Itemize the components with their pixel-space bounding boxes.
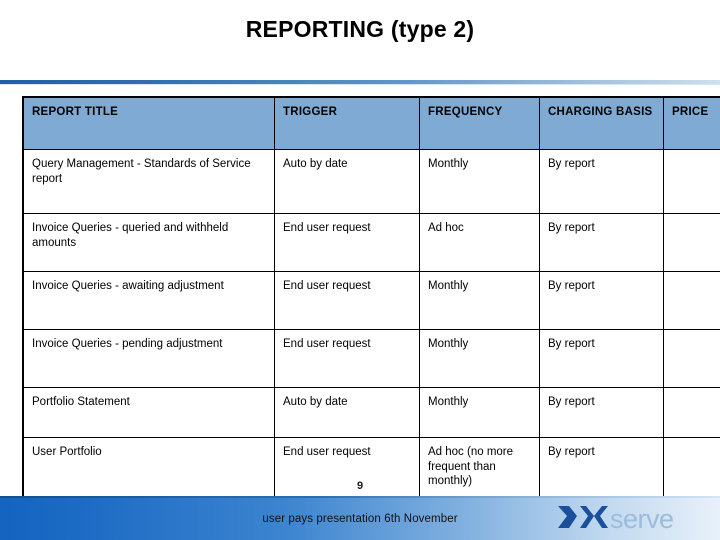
cell-frequency: Monthly: [419, 149, 540, 214]
table-row: Portfolio Statement Auto by date Monthly…: [22, 387, 720, 438]
cell-report-title: Invoice Queries - queried and withheld a…: [22, 213, 275, 272]
column-header-trigger: TRIGGER: [274, 96, 420, 150]
logo-wordmark: serve: [610, 504, 674, 534]
cell-charging-basis: By report: [539, 213, 664, 272]
cell-trigger: End user request: [274, 271, 420, 330]
cell-frequency: Monthly: [419, 329, 540, 388]
cell-trigger: End user request: [274, 213, 420, 272]
cell-price: [663, 387, 720, 438]
cell-charging-basis: By report: [539, 149, 664, 214]
title-divider-highlight: [0, 84, 720, 85]
cell-charging-basis: By report: [539, 387, 664, 438]
column-header-price: PRICE: [663, 96, 720, 150]
xoserve-logo: serve: [556, 498, 706, 538]
table-row: Invoice Queries - awaiting adjustment En…: [22, 271, 720, 330]
cell-price: [663, 329, 720, 388]
cell-trigger: Auto by date: [274, 149, 420, 214]
cell-price: [663, 149, 720, 214]
cell-frequency: Monthly: [419, 271, 540, 330]
reporting-table: REPORT TITLE TRIGGER FREQUENCY CHARGING …: [22, 96, 720, 507]
cell-price: [663, 271, 720, 330]
cell-report-title: Portfolio Statement: [22, 387, 275, 438]
column-header-frequency: FREQUENCY: [419, 96, 540, 150]
page-title: REPORTING (type 2): [245, 16, 475, 42]
table-row: Invoice Queries - pending adjustment End…: [22, 329, 720, 388]
page-number: 9: [356, 480, 364, 492]
cell-trigger: Auto by date: [274, 387, 420, 438]
cell-report-title: Invoice Queries - awaiting adjustment: [22, 271, 275, 330]
table-row: Invoice Queries - queried and withheld a…: [22, 213, 720, 272]
cell-charging-basis: By report: [539, 271, 664, 330]
table-row: Query Management - Standards of Service …: [22, 149, 720, 214]
cell-frequency: Ad hoc: [419, 213, 540, 272]
column-header-report-title: REPORT TITLE: [22, 96, 275, 150]
cell-charging-basis: By report: [539, 329, 664, 388]
cell-report-title: Invoice Queries - pending adjustment: [22, 329, 275, 388]
column-header-charging-basis: CHARGING BASIS: [539, 96, 664, 150]
cell-trigger: End user request: [274, 329, 420, 388]
cell-report-title: Query Management - Standards of Service …: [22, 149, 275, 214]
table-header-row: REPORT TITLE TRIGGER FREQUENCY CHARGING …: [22, 96, 720, 150]
cell-price: [663, 213, 720, 272]
cell-frequency: Monthly: [419, 387, 540, 438]
